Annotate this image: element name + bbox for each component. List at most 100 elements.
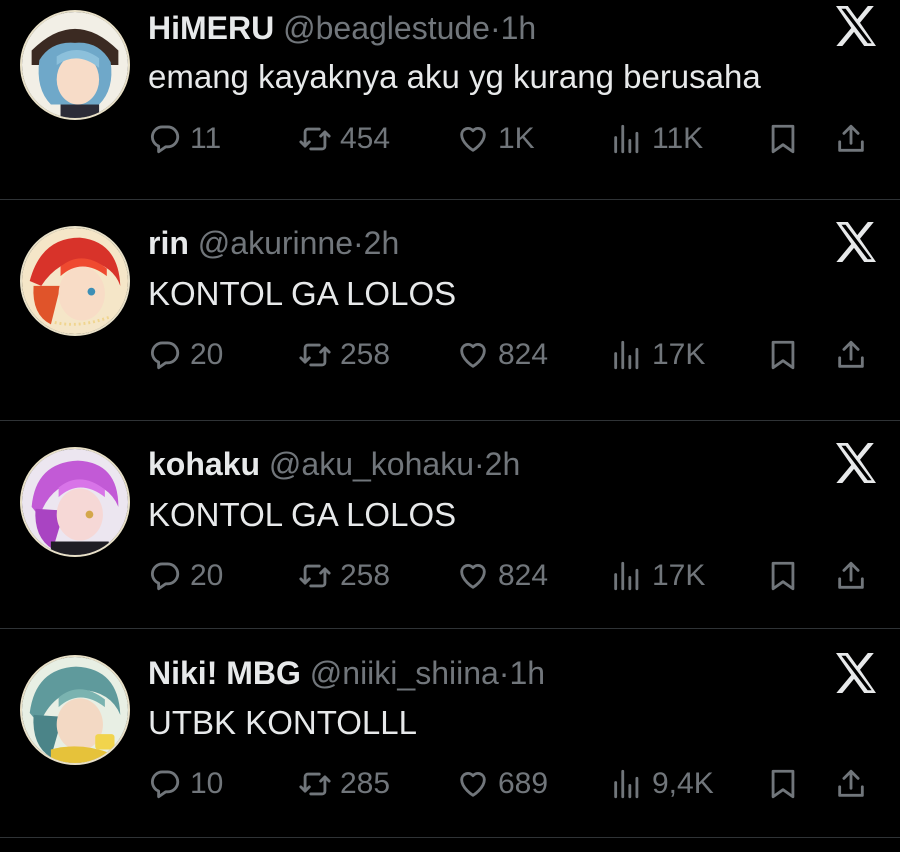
action-bar: 20 258 824 17K — [148, 554, 888, 598]
tweet-text: UTBK KONTOLLL — [148, 704, 417, 741]
retweet-count: 258 — [340, 338, 391, 371]
avatar-image — [22, 449, 128, 555]
share-button[interactable] — [834, 554, 868, 598]
avatar[interactable] — [20, 226, 130, 336]
views-button[interactable]: 17K — [610, 333, 705, 377]
reply-icon — [150, 125, 180, 154]
reply-button[interactable]: 11 — [148, 117, 221, 161]
tweet-item[interactable]: Niki! MBG @niiki_shiina·1h UTBK KONTOLLL… — [0, 629, 900, 838]
views-button[interactable]: 9,4K — [610, 762, 714, 806]
heart-icon — [460, 772, 486, 797]
like-button[interactable]: 824 — [456, 554, 548, 598]
retweet-button[interactable]: 285 — [298, 762, 390, 806]
action-bar: 10 285 689 9,4K — [148, 762, 888, 806]
like-button[interactable]: 689 — [456, 762, 548, 806]
avatar-image — [22, 12, 128, 118]
action-bar: 20 258 824 17K — [148, 333, 888, 377]
tweet-header: rin @akurinne·2h — [148, 223, 399, 263]
retweet-button[interactable]: 258 — [298, 333, 390, 377]
tweet-header: kohaku @aku_kohaku·2h — [148, 444, 520, 484]
heart-icon — [460, 127, 486, 152]
timestamp[interactable]: 2h — [485, 446, 521, 482]
retweet-count: 454 — [340, 122, 391, 155]
retweet-icon — [299, 564, 331, 588]
timestamp[interactable]: 1h — [509, 655, 545, 691]
x-logo-icon[interactable] — [834, 6, 878, 46]
tweet-text: emang kayaknya aku yg kurang berusaha — [148, 58, 761, 95]
separator-dot: · — [489, 10, 501, 46]
view-count: 17K — [652, 338, 706, 371]
reply-icon — [150, 770, 180, 799]
share-button[interactable] — [834, 762, 868, 806]
share-button[interactable] — [834, 333, 868, 377]
reply-count: 20 — [190, 559, 224, 592]
bookmark-icon — [771, 340, 795, 370]
share-icon — [838, 124, 864, 152]
bookmark-button[interactable] — [766, 762, 800, 806]
display-name[interactable]: HiMERU — [148, 10, 274, 46]
display-name[interactable]: Niki! MBG — [148, 655, 301, 691]
reply-icon — [150, 562, 180, 591]
tweet-header: Niki! MBG @niiki_shiina·1h — [148, 653, 545, 693]
views-icon — [614, 340, 639, 370]
view-count: 9,4K — [652, 767, 714, 800]
avatar[interactable] — [20, 10, 130, 120]
reply-count: 11 — [190, 122, 222, 155]
reply-button[interactable]: 10 — [148, 762, 223, 806]
x-logo-icon[interactable] — [834, 443, 878, 483]
user-handle[interactable]: @akurinne — [198, 225, 353, 261]
tweet-item[interactable]: kohaku @aku_kohaku·2h KONTOL GA LOLOS 20… — [0, 421, 900, 629]
like-button[interactable]: 824 — [456, 333, 548, 377]
bookmark-button[interactable] — [766, 117, 800, 161]
share-icon — [838, 561, 864, 589]
tweet-text: KONTOL GA LOLOS — [148, 496, 457, 533]
user-handle[interactable]: @niiki_shiina — [310, 655, 499, 691]
retweet-button[interactable]: 454 — [298, 117, 390, 161]
x-logo-icon[interactable] — [834, 653, 878, 693]
heart-icon — [460, 343, 486, 368]
bookmark-icon — [771, 561, 795, 591]
tweet-item[interactable]: HiMERU @beaglestude·1h emang kayaknya ak… — [0, 0, 900, 200]
x-logo-icon[interactable] — [834, 222, 878, 262]
heart-icon — [460, 564, 486, 589]
avatar[interactable] — [20, 447, 130, 557]
retweet-icon — [299, 127, 331, 151]
views-button[interactable]: 17K — [610, 554, 705, 598]
views-button[interactable]: 11K — [610, 117, 703, 161]
display-name[interactable]: rin — [148, 225, 189, 261]
like-count: 824 — [498, 559, 549, 592]
user-handle[interactable]: @beaglestude — [283, 10, 490, 46]
tweet-item[interactable]: rin @akurinne·2h KONTOL GA LOLOS 20 258 … — [0, 200, 900, 421]
timestamp[interactable]: 1h — [501, 10, 537, 46]
user-handle[interactable]: @aku_kohaku — [269, 446, 474, 482]
share-icon — [838, 340, 864, 368]
views-icon — [614, 769, 639, 799]
timestamp[interactable]: 2h — [364, 225, 400, 261]
retweet-count: 258 — [340, 559, 391, 592]
reply-icon — [150, 341, 180, 370]
views-icon — [614, 124, 639, 154]
reply-count: 10 — [190, 767, 224, 800]
bookmark-button[interactable] — [766, 554, 800, 598]
like-count: 689 — [498, 767, 549, 800]
view-count: 11K — [652, 122, 704, 155]
retweet-count: 285 — [340, 767, 391, 800]
tweet-header: HiMERU @beaglestude·1h — [148, 8, 536, 48]
bookmark-icon — [771, 769, 795, 799]
reply-button[interactable]: 20 — [148, 554, 223, 598]
reply-button[interactable]: 20 — [148, 333, 223, 377]
retweet-icon — [299, 343, 331, 367]
avatar-image — [22, 657, 128, 763]
action-bar: 11 454 1K 11K — [148, 117, 888, 161]
views-icon — [614, 561, 639, 591]
display-name[interactable]: kohaku — [148, 446, 260, 482]
avatar[interactable] — [20, 655, 130, 765]
bookmark-button[interactable] — [766, 333, 800, 377]
like-button[interactable]: 1K — [456, 117, 535, 161]
view-count: 17K — [652, 559, 706, 592]
retweet-button[interactable]: 258 — [298, 554, 390, 598]
like-count: 824 — [498, 338, 549, 371]
share-button[interactable] — [834, 117, 868, 161]
reply-count: 20 — [190, 338, 224, 371]
separator-dot: · — [473, 446, 485, 482]
